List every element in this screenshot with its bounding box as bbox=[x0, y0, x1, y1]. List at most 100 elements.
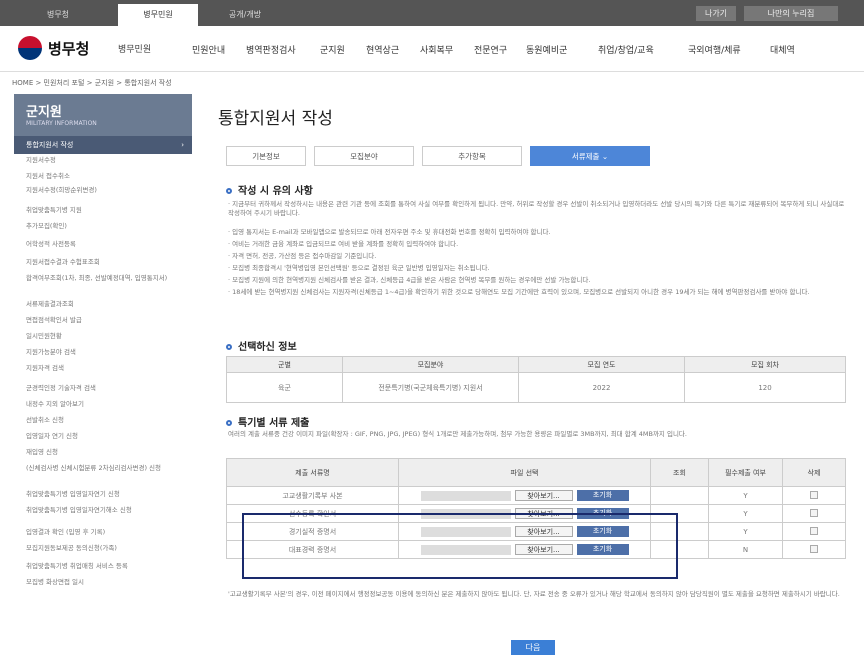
next-button[interactable]: 다음 bbox=[511, 640, 555, 655]
sidebar-item[interactable]: 재입영 신청 bbox=[26, 448, 186, 456]
top-tab-mma[interactable]: 병무청 bbox=[28, 4, 88, 26]
top-tab-civil[interactable]: 병무민원 bbox=[118, 4, 198, 26]
tab-basic-info[interactable]: 기본정보 bbox=[226, 146, 306, 166]
table-row: 고교생활기록부 사본 찾아보기... 초기화 Y bbox=[226, 486, 846, 505]
government-emblem-icon[interactable] bbox=[18, 36, 42, 60]
gnb-item[interactable]: 동원예비군 bbox=[526, 43, 567, 56]
top-tab-open[interactable]: 공개/개방 bbox=[210, 4, 280, 26]
delete-checkbox[interactable] bbox=[810, 490, 818, 499]
notice-item: · 모집병 최종합격시 '현역병입영 본인선택원' 등으로 결정된 육군 일반병… bbox=[228, 264, 848, 273]
sidebar-item[interactable]: 취업맞춤특기병 입영일자연기해소 신청 bbox=[26, 506, 186, 514]
sidebar-item[interactable]: 입영결과 확인 (입영 후 기록) bbox=[26, 528, 186, 536]
sidebar-subtitle: MILITARY INFORMATION bbox=[26, 120, 97, 127]
table-cell: 2022 bbox=[518, 372, 685, 403]
gnb-item[interactable]: 대체역 bbox=[770, 43, 795, 56]
sidebar-item[interactable]: 취업맞춤특기병 취업매칭 서비스 등록 bbox=[26, 562, 186, 570]
tab-documents-label: 서류제출 bbox=[571, 152, 600, 161]
highlight-box bbox=[242, 513, 678, 579]
table-header: 파일 선택 bbox=[398, 458, 651, 487]
page-title: 통합지원서 작성 bbox=[218, 109, 333, 129]
gnb-item[interactable]: 국외여행/체류 bbox=[688, 43, 741, 56]
delete-checkbox[interactable] bbox=[810, 544, 818, 553]
browse-button[interactable]: 찾아보기... bbox=[514, 490, 573, 501]
sidebar-item[interactable]: 군경력인정 기술자격 검색 bbox=[26, 384, 186, 392]
sidebar-item[interactable]: 지원서수정 bbox=[26, 156, 186, 164]
gnb-item[interactable]: 사회복무 bbox=[420, 43, 453, 56]
sidebar-item[interactable]: 지원서 접수취소 bbox=[26, 172, 186, 180]
chevron-down-icon: ⌄ bbox=[601, 152, 609, 161]
notice-item-text: 지금부터 귀하께서 작성하시는 내용은 관련 기관 등에 조회를 통하여 사실 … bbox=[228, 200, 845, 217]
gnb-item[interactable]: 취업/창업/교육 bbox=[598, 43, 654, 56]
notice-item: · 18세에 받는 현역병지원 신체검사는 지원자격(신체등급 1~4급)을 확… bbox=[228, 288, 848, 297]
sidebar: 군지원 MILITARY INFORMATION 통합지원서 작성 › 지원서수정… bbox=[14, 94, 192, 649]
sidebar-item[interactable]: 지원서수정(희망순위변경) bbox=[26, 186, 186, 194]
file-path-field[interactable] bbox=[420, 490, 511, 501]
table-header: 모집 연도 bbox=[518, 356, 685, 373]
notice-item: · 입영 통지서는 E-mail과 모바일앱으로 발송되므로 아래 전자우편 주… bbox=[228, 228, 848, 237]
tab-additional[interactable]: 추가항목 bbox=[422, 146, 522, 166]
notice-heading-text: 작성 시 유의 사항 bbox=[238, 186, 313, 197]
sidebar-item[interactable]: 서류제출결과조회 bbox=[26, 300, 186, 308]
document-name: 고교생활기록부 사본 bbox=[226, 486, 399, 505]
gnb-item[interactable]: 현역상근 bbox=[366, 43, 399, 56]
sidebar-item[interactable]: 추가모집(확인) bbox=[26, 222, 186, 230]
notice-item: · 모집병 지원에 의한 현역병지원 신체검사를 받은 결과, 신체등급 4급을… bbox=[228, 276, 848, 285]
table-header: 모집분야 bbox=[342, 356, 519, 373]
notice-item-text: 여비는 거래한 금융 계좌로 입금되므로 여비 받을 계좌를 정확히 입력하여야… bbox=[232, 240, 459, 248]
exit-link[interactable]: 나가기 bbox=[696, 6, 736, 21]
gnb-item[interactable]: 병역판정검사 bbox=[246, 43, 296, 56]
sidebar-item[interactable]: 입영일자 연기 신청 bbox=[26, 432, 186, 440]
notice-item-text: 18세에 받는 현역병지원 신체검사는 지원자격(신체등급 1~4급)을 확인하… bbox=[232, 288, 810, 296]
sidebar-item[interactable]: 지원가능분야 검색 bbox=[26, 348, 186, 356]
sidebar-title: 군지원 bbox=[26, 105, 62, 120]
required-flag: Y bbox=[708, 504, 783, 523]
required-flag: Y bbox=[708, 522, 783, 541]
table-header: 군별 bbox=[226, 356, 343, 373]
table-header: 조회 bbox=[650, 458, 709, 487]
sidebar-item[interactable]: 선발취소 신청 bbox=[26, 416, 186, 424]
sidebar-item[interactable]: 내정수 지외 알아보기 bbox=[26, 400, 186, 408]
my-page-link[interactable]: 나만의 누리집 bbox=[744, 6, 838, 21]
notice-item-text: 모집병 최종합격시 '현역병입영 본인선택원' 등으로 결정된 육군 일반병 입… bbox=[232, 264, 490, 272]
sidebar-header: 군지원 MILITARY INFORMATION bbox=[14, 94, 192, 136]
delete-cell bbox=[782, 540, 846, 559]
site-logo-text[interactable]: 병무청 bbox=[48, 38, 89, 59]
sidebar-item[interactable]: 모집병 화상면접 일시 bbox=[26, 578, 186, 586]
sidebar-item[interactable]: (신체검사병 신체시험분류 2차심리검사변경) 신청 bbox=[26, 464, 186, 472]
reset-button[interactable]: 초기화 bbox=[576, 490, 629, 501]
section-bullet-icon bbox=[226, 420, 232, 426]
sidebar-item[interactable]: 합격여부조회(1차, 최종, 선발예정대역, 입영통지서) bbox=[26, 274, 186, 282]
sidebar-item[interactable]: 모집지원동보제공 동의신청(가족) bbox=[26, 544, 186, 552]
gnb-item[interactable]: 민원안내 bbox=[192, 43, 225, 56]
selected-info-table: 군별 모집분야 모집 연도 모집 회차 육군 전문특기병(국군체육특기병) 지원… bbox=[226, 356, 846, 403]
sidebar-item[interactable]: 지원서접수결과 수험표조회 bbox=[26, 258, 186, 266]
table-cell: 육군 bbox=[226, 372, 343, 403]
sidebar-item[interactable]: 취업맞춤특기병 입영일자연기 신청 bbox=[26, 490, 186, 498]
site-header: 병무청 병무민원 민원안내 병역판정검사 군지원 현역상근 사회복무 전문연구 … bbox=[0, 26, 864, 72]
gnb-item[interactable]: 전문연구 bbox=[474, 43, 507, 56]
view-cell bbox=[650, 486, 709, 505]
table-header: 삭제 bbox=[782, 458, 846, 487]
sidebar-item[interactable]: 지원자격 검색 bbox=[26, 364, 186, 372]
notice-heading: 작성 시 유의 사항 bbox=[226, 182, 313, 197]
top-utility-bar: 병무청 병무민원 공개/개방 나가기 나만의 누리집 bbox=[0, 0, 864, 26]
delete-cell bbox=[782, 504, 846, 523]
sidebar-item-label: 통합지원서 작성 bbox=[26, 141, 74, 149]
chevron-right-icon: › bbox=[181, 141, 184, 149]
sidebar-item[interactable]: 면접점석확인서 발급 bbox=[26, 316, 186, 324]
sidebar-item[interactable]: 일시민원현황 bbox=[26, 332, 186, 340]
tab-documents[interactable]: 서류제출 ⌄ bbox=[530, 146, 650, 166]
gnb-item[interactable]: 군지원 bbox=[320, 43, 345, 56]
site-logo-subtext: 병무민원 bbox=[118, 45, 152, 55]
documents-footnote: '고교생활기록부 사본'의 경우, 이전 페이지에서 행정정보공동 이용에 동의… bbox=[228, 590, 840, 598]
selected-info-heading-text: 선택하신 정보 bbox=[238, 342, 297, 353]
documents-description: 여러의 계출 서류중 건강 이미지 파일(확장자 : GIF, PNG, JPG… bbox=[228, 430, 687, 438]
delete-checkbox[interactable] bbox=[810, 508, 818, 517]
sidebar-item[interactable]: 취업맞춤특기병 지원 bbox=[26, 206, 186, 214]
tab-recruit-field[interactable]: 모집분야 bbox=[314, 146, 414, 166]
delete-checkbox[interactable] bbox=[810, 526, 818, 535]
sidebar-item[interactable]: 어학성적 사전등록 bbox=[26, 240, 186, 248]
table-header: 모집 회차 bbox=[684, 356, 846, 373]
sidebar-item-active[interactable]: 통합지원서 작성 › bbox=[14, 136, 192, 154]
breadcrumb: HOME > 민원처리 포털 > 군지원 > 통합지원서 작성 bbox=[12, 79, 172, 87]
